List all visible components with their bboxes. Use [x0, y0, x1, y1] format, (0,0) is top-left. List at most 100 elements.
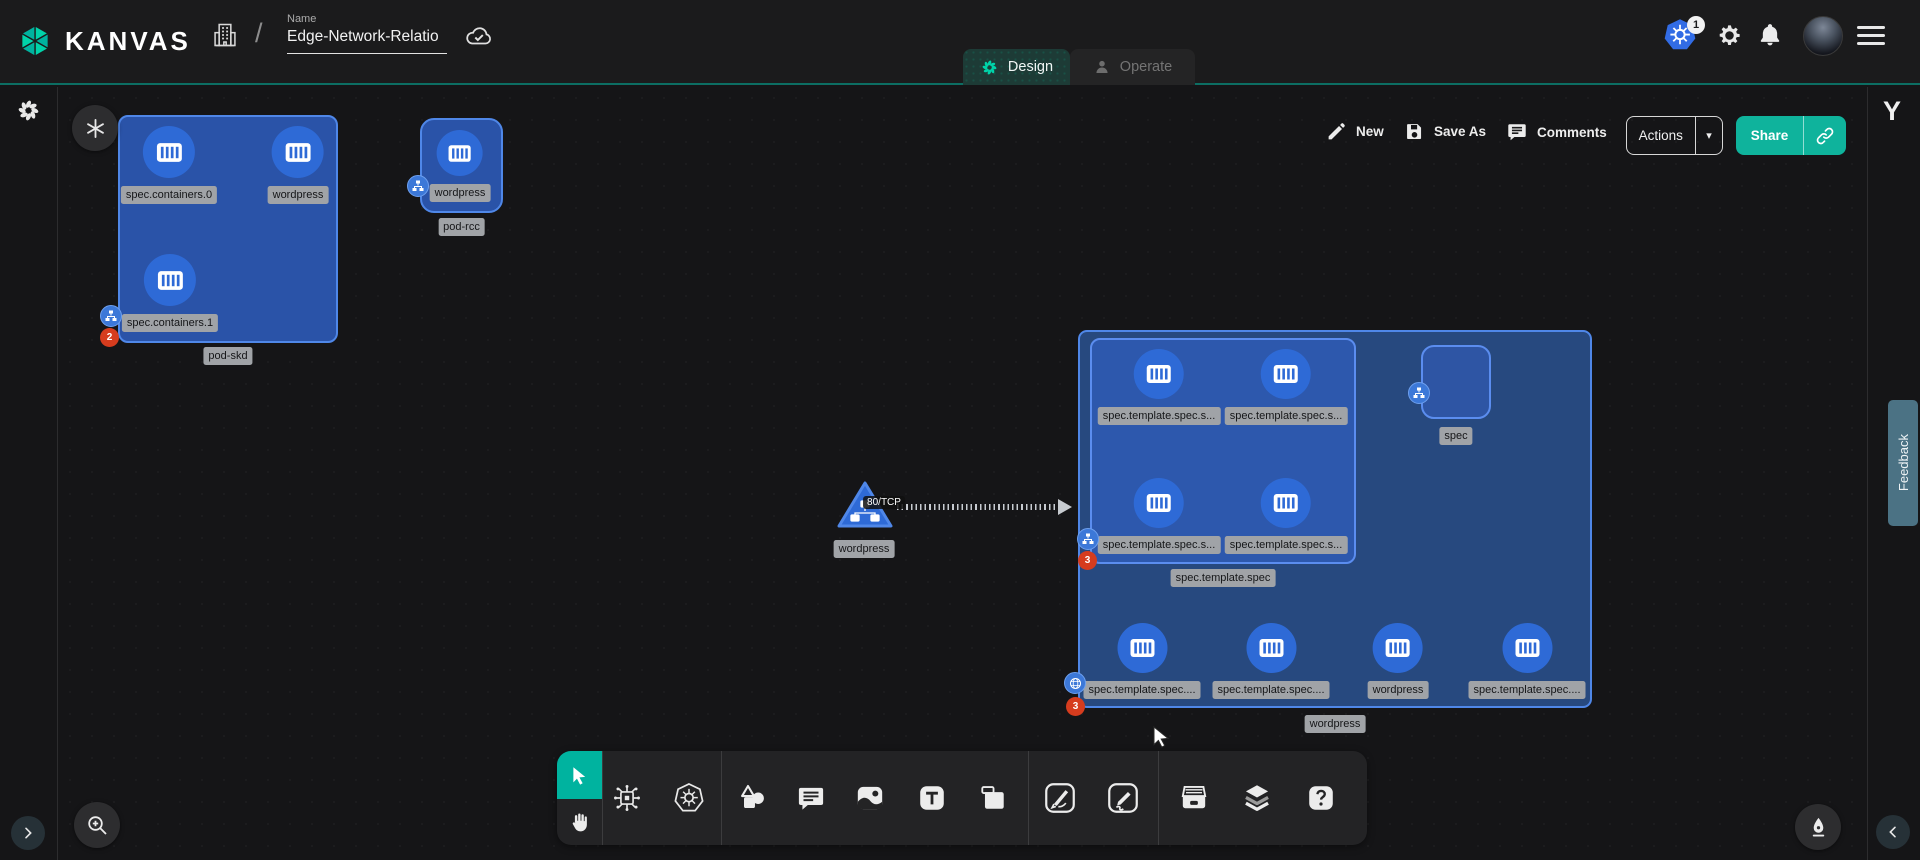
left-rail: [0, 87, 58, 860]
tab-operate[interactable]: Operate: [1070, 49, 1195, 85]
container-icon[interactable]: [1502, 623, 1552, 673]
kubernetes-tool[interactable]: [673, 782, 705, 814]
hierarchy-badge[interactable]: [1408, 382, 1430, 404]
tab-design[interactable]: Design: [963, 49, 1070, 85]
container-node[interactable]: spec.containers.0: [121, 126, 217, 204]
design-name-input[interactable]: [287, 27, 447, 54]
error-count-badge[interactable]: 3: [1078, 551, 1097, 570]
zoom-in-icon: [85, 813, 109, 837]
hierarchy-badge[interactable]: [100, 305, 122, 327]
error-count-badge[interactable]: 2: [100, 328, 119, 347]
node-label: wordpress: [1368, 681, 1429, 699]
image-tool[interactable]: [855, 783, 886, 814]
container-node[interactable]: spec.template.spec....: [1469, 623, 1586, 699]
node-label: spec.template.spec....: [1084, 681, 1201, 699]
container-node[interactable]: wordpress: [1368, 623, 1429, 699]
comment-tool[interactable]: [796, 783, 826, 813]
node-label: spec.template.spec....: [1469, 681, 1586, 699]
toolbar-divider: [721, 751, 722, 845]
design-name-block: Name: [287, 13, 447, 54]
container-node[interactable]: spec.template.spec....: [1084, 623, 1201, 699]
right-panel-toggle[interactable]: Y: [1883, 96, 1901, 127]
whiteboarding-button[interactable]: [1795, 804, 1841, 850]
container-icon[interactable]: [143, 126, 195, 178]
cursor-icon: [569, 765, 590, 786]
share-button[interactable]: Share: [1736, 116, 1846, 155]
pen-tool[interactable]: [1044, 782, 1077, 815]
container-icon[interactable]: [1261, 478, 1311, 528]
logo-wordmark: KANVAS: [65, 26, 191, 57]
notifications-bell-icon[interactable]: [1757, 22, 1783, 53]
edge-port-label: 80/TCP: [863, 496, 905, 509]
integration-chip-tool[interactable]: [612, 783, 643, 814]
container-node[interactable]: wordpress: [268, 126, 329, 204]
new-button[interactable]: New: [1326, 121, 1384, 142]
container-node[interactable]: spec.template.spec.s...: [1098, 349, 1221, 425]
container-icon[interactable]: [437, 130, 483, 176]
meshery-spiral-icon[interactable]: [15, 97, 42, 129]
comments-button[interactable]: Comments: [1506, 121, 1607, 143]
drawer-tool[interactable]: [1179, 783, 1210, 814]
hand-icon: [568, 811, 591, 834]
copy-link-icon[interactable]: [1804, 126, 1846, 146]
node-spec[interactable]: [1421, 345, 1491, 419]
expand-panel-button[interactable]: [11, 816, 45, 850]
tab-design-label: Design: [1008, 59, 1053, 75]
container-node[interactable]: spec.containers.1: [122, 254, 218, 332]
node-label: wordpress: [268, 186, 329, 204]
group-label: pod-rcc: [438, 218, 485, 236]
snowflake-button[interactable]: [72, 105, 118, 151]
node-label: spec.containers.1: [122, 314, 218, 332]
bottom-toolbar: [557, 751, 1367, 845]
hierarchy-badge[interactable]: [407, 175, 429, 197]
text-tool[interactable]: [917, 783, 947, 813]
container-icon[interactable]: [1134, 478, 1184, 528]
caret-down-icon[interactable]: ▾: [1696, 129, 1722, 142]
cloud-saved-icon[interactable]: [464, 24, 494, 53]
node-label: spec: [1439, 427, 1472, 445]
organization-building-icon[interactable]: [211, 21, 239, 54]
kanvas-hexagon-icon: [16, 22, 54, 60]
hierarchy-badge[interactable]: [1077, 528, 1099, 550]
kanvas-logo[interactable]: KANVAS: [16, 22, 191, 60]
container-node[interactable]: spec.template.spec.s...: [1098, 478, 1221, 554]
container-icon[interactable]: [1246, 623, 1296, 673]
container-node[interactable]: spec.template.spec....: [1213, 623, 1330, 699]
container-icon[interactable]: [1261, 349, 1311, 399]
zoom-button[interactable]: [74, 802, 120, 848]
feedback-tab[interactable]: Feedback: [1888, 400, 1918, 526]
pen-nib-icon: [1807, 816, 1830, 839]
container-icon[interactable]: [1117, 623, 1167, 673]
group-label: wordpress: [1305, 715, 1366, 733]
save-as-button[interactable]: Save As: [1404, 121, 1486, 142]
container-node[interactable]: spec.template.spec.s...: [1225, 478, 1348, 554]
container-node[interactable]: spec.template.spec.s...: [1225, 349, 1348, 425]
layers-tool[interactable]: [1242, 783, 1273, 814]
container-icon[interactable]: [1134, 349, 1184, 399]
toolbar-divider: [602, 751, 603, 845]
name-field-label: Name: [287, 13, 447, 25]
shapes-tool[interactable]: [736, 782, 768, 814]
user-avatar[interactable]: [1803, 16, 1843, 56]
globe-badge[interactable]: [1064, 672, 1086, 694]
tab-operate-label: Operate: [1120, 59, 1172, 75]
container-icon[interactable]: [272, 126, 324, 178]
header: KANVAS / Name: [0, 0, 1920, 85]
pan-tool-button[interactable]: [557, 799, 602, 845]
container-icon[interactable]: [1373, 623, 1423, 673]
container-icon[interactable]: [144, 254, 196, 306]
menu-icon[interactable]: [1857, 26, 1885, 45]
kubernetes-count-badge[interactable]: 1: [1687, 16, 1705, 34]
settings-gear-icon[interactable]: [1716, 22, 1743, 54]
sticky-note-tool[interactable]: [978, 783, 1008, 813]
help-tool[interactable]: [1306, 783, 1336, 813]
container-node[interactable]: wordpress: [430, 130, 491, 202]
service-label: wordpress: [834, 540, 895, 558]
error-count-badge[interactable]: 3: [1066, 697, 1085, 716]
select-tool-button[interactable]: [557, 751, 602, 799]
comments-label: Comments: [1537, 125, 1607, 140]
collapse-panel-button[interactable]: [1876, 815, 1910, 849]
actions-button[interactable]: Actions ▾: [1626, 116, 1723, 155]
freehand-draw-tool[interactable]: [1107, 782, 1140, 815]
service-edge[interactable]: [897, 504, 1058, 510]
